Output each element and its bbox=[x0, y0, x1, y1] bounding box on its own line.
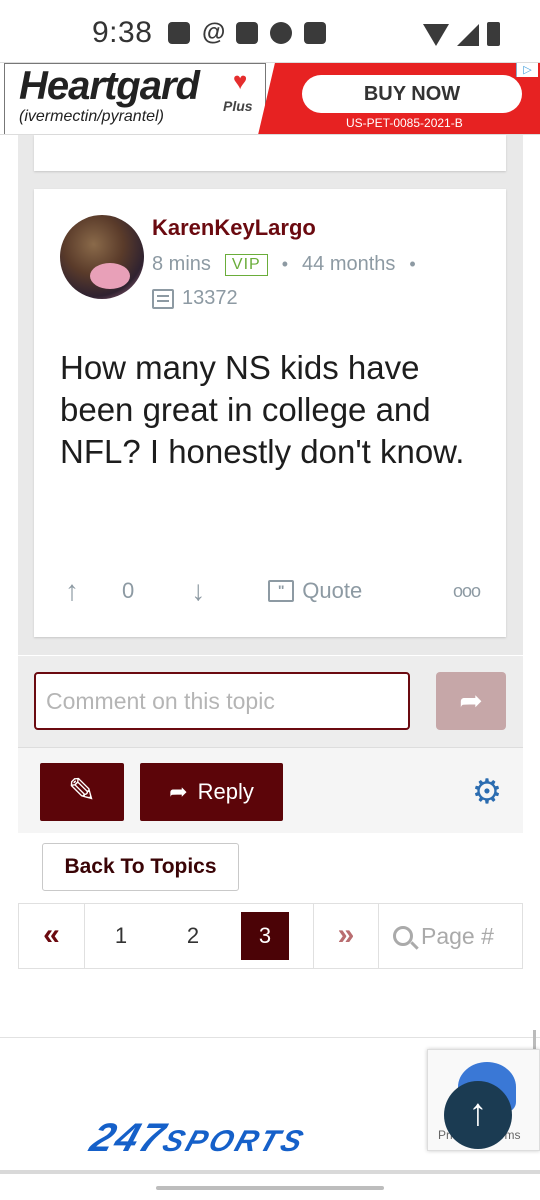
post-actions: ↑ 0 ↓ " Quote ooo bbox=[60, 571, 481, 611]
more-options-icon[interactable]: ooo bbox=[453, 581, 481, 602]
topic-toolbar: ✎ ➦ Reply ⚙ bbox=[18, 748, 523, 833]
calendar-icon bbox=[304, 22, 326, 44]
ad-choices-icon[interactable]: ▷ bbox=[516, 63, 538, 77]
status-bar: 9:38 @ bbox=[0, 0, 540, 62]
last-page-button[interactable]: » bbox=[313, 904, 379, 968]
reply-label: Reply bbox=[197, 779, 254, 804]
vip-badge: VIP bbox=[224, 253, 268, 276]
page-number-search[interactable]: Page # bbox=[379, 923, 522, 950]
page-2-button[interactable]: 2 bbox=[157, 923, 229, 949]
previous-post-card bbox=[34, 135, 506, 171]
logo-sports: SPORTS bbox=[158, 1125, 310, 1158]
comment-input[interactable] bbox=[34, 672, 410, 730]
new-post-button[interactable]: ✎ bbox=[40, 763, 124, 821]
ad-banner[interactable]: Heartgard ♥ Plus (ivermectin/pyrantel) B… bbox=[0, 62, 540, 135]
page-number-placeholder: Page # bbox=[421, 922, 494, 949]
comment-bar: ➦ bbox=[18, 656, 523, 748]
ad-code: US-PET-0085-2021-B bbox=[346, 116, 463, 130]
reply-button[interactable]: ➦ Reply bbox=[140, 763, 283, 821]
post-meta: 8 mins VIP • 44 months • bbox=[152, 253, 416, 276]
scroll-to-top-button[interactable]: ↑ bbox=[444, 1081, 512, 1149]
post-username[interactable]: KarenKeyLargo bbox=[152, 215, 316, 241]
logo-247sports[interactable]: 247SPORTS bbox=[85, 1116, 313, 1161]
ad-subtitle: (ivermectin/pyrantel) bbox=[19, 108, 164, 125]
upvote-arrow-icon[interactable]: ↑ bbox=[60, 575, 84, 607]
reply-arrow-icon: ➦ bbox=[169, 779, 188, 804]
gear-icon[interactable]: ⚙ bbox=[469, 774, 505, 810]
pen-plus-icon: ✎ bbox=[67, 772, 97, 810]
reply-arrow-icon: ➦ bbox=[459, 685, 483, 716]
back-to-topics-button[interactable]: Back To Topics bbox=[42, 843, 239, 891]
navigation-bar bbox=[0, 1170, 540, 1200]
downvote-arrow-icon[interactable]: ↓ bbox=[186, 575, 210, 607]
avatar[interactable] bbox=[60, 215, 144, 299]
message-icon bbox=[152, 288, 174, 309]
post-card: KarenKeyLargo 8 mins VIP • 44 months • 1… bbox=[34, 189, 506, 637]
comment-send-button[interactable]: ➦ bbox=[436, 672, 506, 730]
home-indicator[interactable] bbox=[156, 1186, 384, 1190]
page-1-button[interactable]: 1 bbox=[85, 923, 157, 949]
post-count-value: 13372 bbox=[182, 287, 238, 309]
ad-brand-plus: Plus bbox=[223, 98, 253, 114]
ad-cta-panel: BUY NOW US-PET-0085-2021-B bbox=[258, 63, 540, 134]
at-sign-icon: @ bbox=[202, 19, 226, 46]
ad-brand-panel: Heartgard ♥ Plus (ivermectin/pyrantel) bbox=[4, 63, 266, 134]
status-time: 9:38 bbox=[92, 16, 153, 49]
image-icon bbox=[236, 22, 258, 44]
separator-dot: • bbox=[281, 254, 289, 274]
post-count: 13372 bbox=[152, 287, 238, 310]
wifi-icon bbox=[423, 24, 449, 46]
pagination: « 1 2 3 » Page # bbox=[18, 903, 523, 969]
heart-icon: ♥ bbox=[233, 68, 248, 95]
notification-icons: @ bbox=[168, 19, 326, 46]
quote-label: Quote bbox=[302, 578, 363, 603]
ad-brand-name: Heartgard bbox=[19, 64, 200, 108]
arrow-up-icon: ↑ bbox=[468, 1092, 488, 1134]
current-page[interactable]: 3 bbox=[241, 912, 289, 960]
ad-buy-now-button[interactable]: BUY NOW bbox=[302, 75, 522, 113]
signal-icon bbox=[457, 24, 479, 46]
vote-count: 0 bbox=[122, 578, 135, 603]
post-time: 8 mins bbox=[152, 253, 211, 275]
quote-icon: " bbox=[268, 580, 295, 602]
system-icons bbox=[423, 22, 500, 46]
first-page-button[interactable]: « bbox=[19, 904, 85, 968]
separator-dot: • bbox=[409, 254, 416, 274]
search-icon bbox=[393, 926, 413, 946]
camera-icon bbox=[168, 22, 190, 44]
battery-icon bbox=[487, 22, 500, 46]
chat-bubble-icon bbox=[270, 22, 292, 44]
footer-divider bbox=[0, 1037, 540, 1038]
quote-button[interactable]: " Quote bbox=[268, 578, 362, 604]
membership-length: 44 months bbox=[302, 253, 396, 275]
post-body: How many NS kids have been great in coll… bbox=[60, 349, 465, 470]
